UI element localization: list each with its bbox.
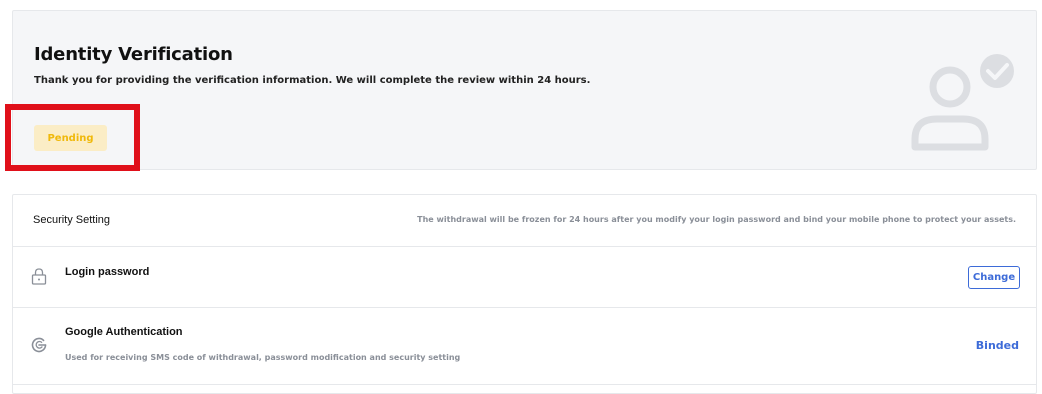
identity-title: Identity Verification: [34, 44, 233, 65]
google-authentication-title: Google Authentication: [65, 326, 183, 338]
identity-description: Thank you for providing the verification…: [34, 75, 591, 86]
google-authentication-subtitle: Used for receiving SMS code of withdrawa…: [65, 353, 461, 362]
login-password-title: Login password: [65, 266, 150, 278]
security-header: Security Setting The withdrawal will be …: [13, 195, 1036, 247]
lock-icon: [31, 268, 47, 285]
google-icon: [31, 337, 47, 353]
security-setting-card: Security Setting The withdrawal will be …: [12, 194, 1037, 394]
login-password-row: Login password Change: [13, 247, 1036, 308]
security-title: Security Setting: [33, 214, 111, 226]
identity-verification-card: Identity Verification Thank you for prov…: [12, 10, 1037, 170]
google-authentication-row: Google Authentication Used for receiving…: [13, 308, 1036, 385]
binded-link[interactable]: Binded: [976, 339, 1019, 352]
security-note: The withdrawal will be frozen for 24 hou…: [417, 215, 1016, 224]
status-badge: Pending: [34, 125, 107, 151]
change-password-button[interactable]: Change: [968, 266, 1020, 289]
user-verified-icon: [911, 54, 1014, 151]
